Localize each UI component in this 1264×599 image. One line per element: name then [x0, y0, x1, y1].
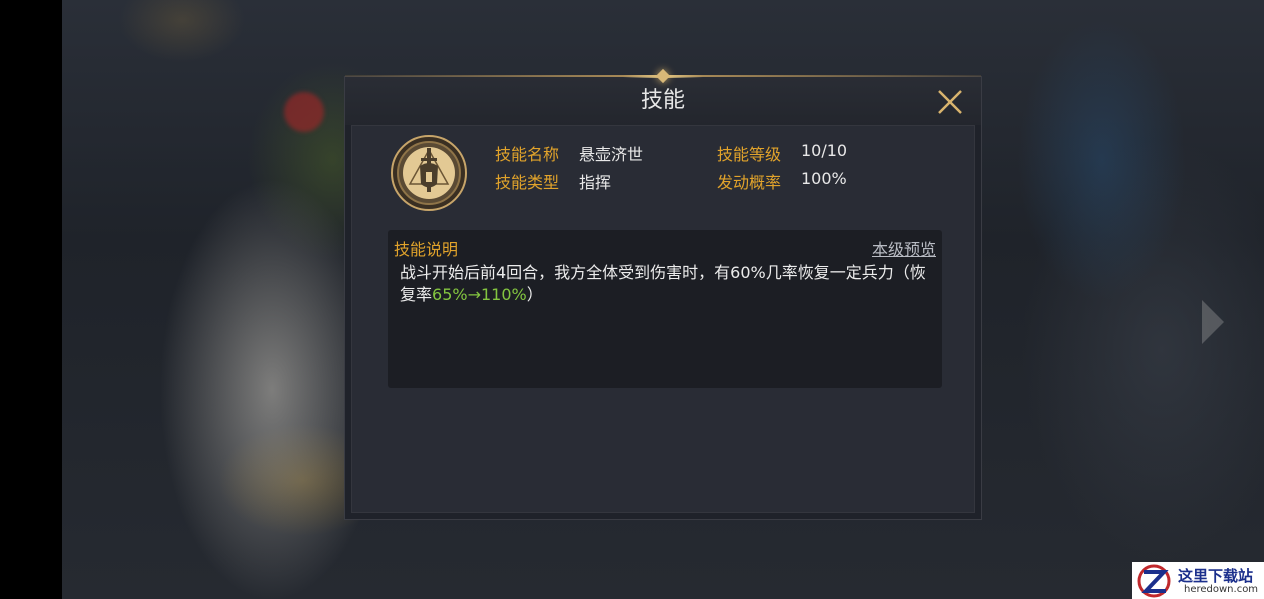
- sword-shield-icon: [391, 135, 467, 211]
- close-x-icon: [938, 90, 962, 114]
- description-text-end: ）: [526, 285, 543, 304]
- skill-type-value: 指挥: [579, 173, 612, 192]
- watermark-logo-icon: [1137, 564, 1171, 598]
- dialog-title: 技能: [345, 77, 981, 125]
- description-box: 技能说明 本级预览 战斗开始后前4回合，我方全体受到伤害时，有60%几率恢复一定…: [388, 230, 942, 388]
- skill-name-label: 技能名称: [495, 145, 560, 164]
- close-button[interactable]: [937, 89, 963, 115]
- trigger-rate-label: 发动概率: [717, 173, 782, 192]
- recovery-rate-highlight: 65%→110%: [432, 285, 527, 304]
- description-text: 战斗开始后前4回合，我方全体受到伤害时，有60%几率恢复一定兵力（恢复率65%→…: [400, 262, 930, 306]
- background-red-emblem: [284, 92, 324, 132]
- watermark: 这里下载站 heredown.com: [1132, 562, 1264, 599]
- description-title: 技能说明: [394, 240, 459, 259]
- skill-dialog: 技能 技能名称 悬壶济世 技能等级 10/10 技能类型 指挥 发动概率 100…: [344, 68, 982, 520]
- skill-type-label: 技能类型: [495, 173, 560, 192]
- dialog-content: 技能名称 悬壶济世 技能等级 10/10 技能类型 指挥 发动概率 100% 技…: [351, 125, 975, 513]
- skill-icon: [390, 134, 468, 212]
- trigger-rate-value: 100%: [801, 169, 847, 188]
- watermark-title: 这里下载站: [1178, 567, 1254, 585]
- skill-level-label: 技能等级: [717, 145, 782, 164]
- background-arrow-icon: [1202, 300, 1224, 344]
- skill-name-value: 悬壶济世: [579, 145, 644, 164]
- skill-level-value: 10/10: [801, 141, 848, 160]
- watermark-url: heredown.com: [1184, 584, 1259, 595]
- level-preview-link[interactable]: 本级预览: [872, 236, 936, 260]
- left-black-bar: [0, 0, 62, 599]
